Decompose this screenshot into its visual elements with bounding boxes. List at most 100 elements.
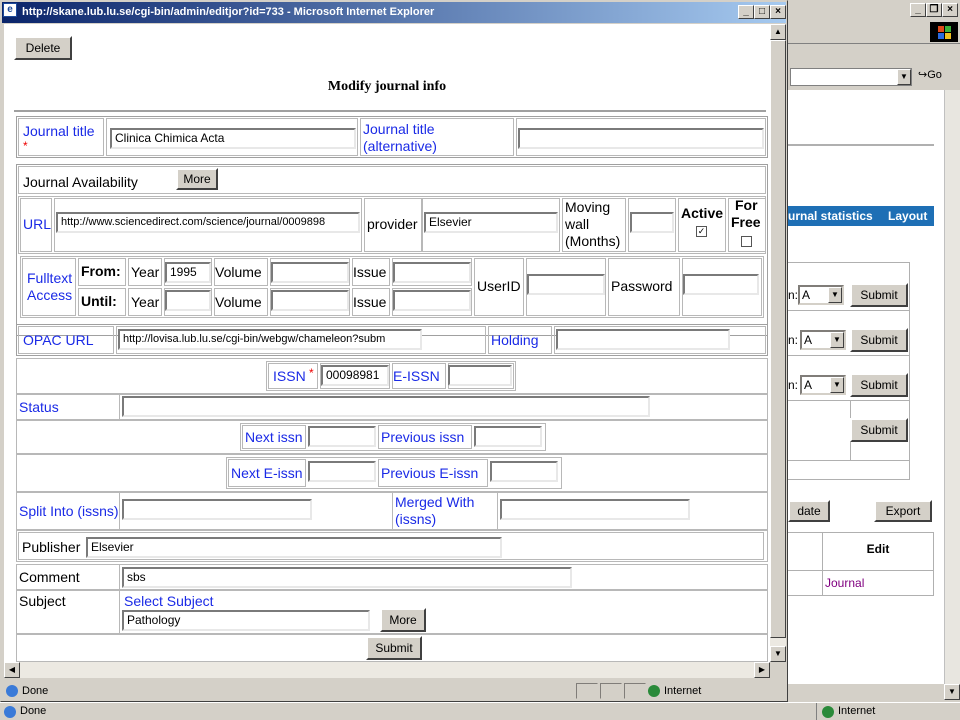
nav-layout[interactable]: Layout	[876, 209, 927, 223]
scroll-thumb[interactable]	[770, 40, 786, 638]
merged-with-input[interactable]	[500, 499, 690, 520]
background-select-label: n:	[788, 288, 799, 302]
opac-url-input[interactable]: http://lovisa.lub.lu.se/cgi-bin/webgw/ch…	[118, 329, 422, 350]
holding-label-cell: Holding	[488, 326, 552, 354]
holding-input[interactable]	[556, 329, 730, 350]
previous-eissn-input[interactable]	[490, 461, 558, 482]
until-label-cell: Until:	[78, 288, 126, 316]
comment-input[interactable]: sbs	[122, 567, 572, 588]
popup-status-text: Done	[22, 685, 49, 697]
submit-button[interactable]: Submit	[366, 636, 422, 660]
moving-wall-label: wall	[565, 216, 590, 232]
background-zone-text: Internet	[838, 705, 876, 717]
go-arrow-icon: ↪	[918, 69, 928, 81]
chevron-down-icon: ▼	[830, 377, 844, 393]
from-issue-input[interactable]	[393, 262, 471, 283]
for-free-checkbox[interactable]	[741, 236, 752, 247]
background-row-divider	[786, 355, 910, 356]
status-input[interactable]	[122, 396, 650, 417]
maximize-icon[interactable]: □	[754, 5, 770, 19]
go-button[interactable]: ↪Go	[918, 68, 942, 81]
for-free-label: For	[735, 197, 758, 213]
journal-title-alt-input[interactable]	[518, 128, 764, 149]
scroll-down-icon[interactable]: ▼	[944, 684, 960, 700]
availability-header-cell: Journal Availability	[18, 166, 766, 194]
popup-titlebar[interactable]: http://skane.lub.lu.se/cgi-bin/admin/edi…	[2, 2, 786, 23]
scroll-left-icon[interactable]: ◀	[4, 662, 20, 678]
select-subject-link[interactable]: Select Subject	[124, 593, 214, 609]
until-label: Until:	[81, 293, 117, 309]
scroll-up-icon[interactable]: ▲	[770, 24, 786, 40]
moving-wall-input[interactable]	[630, 212, 674, 233]
popup-title: http://skane.lub.lu.se/cgi-bin/admin/edi…	[22, 6, 435, 18]
next-issn-input[interactable]	[308, 426, 376, 447]
journal-edit-link[interactable]: Journal	[825, 576, 864, 590]
address-dropdown-icon[interactable]: ▼	[897, 69, 911, 85]
until-year-input[interactable]	[165, 290, 211, 311]
close-icon[interactable]: ×	[770, 5, 786, 19]
subject-label-cell: Subject	[16, 590, 120, 634]
minimize-icon[interactable]: _	[910, 3, 926, 17]
close-icon[interactable]: ×	[942, 3, 958, 17]
userid-input[interactable]	[527, 274, 605, 295]
issn-label-cell: ISSN *	[268, 363, 318, 389]
from-year-input[interactable]: 1995	[165, 262, 211, 283]
scroll-right-icon[interactable]: ▶	[754, 662, 770, 678]
volume-label-cell: Volume	[214, 258, 268, 286]
divider	[14, 110, 766, 112]
background-letter-select[interactable]: A ▼	[798, 285, 844, 305]
export-button[interactable]: Export	[874, 500, 932, 522]
issn-label: ISSN	[273, 368, 306, 384]
background-address-input[interactable]: ▼	[790, 68, 912, 86]
restore-icon[interactable]: ❐	[926, 3, 942, 17]
from-label-cell: From:	[78, 258, 126, 286]
eissn-label: E-ISSN	[393, 368, 440, 384]
until-issue-input[interactable]	[393, 290, 471, 311]
background-submit-button[interactable]: Submit	[850, 418, 908, 442]
issn-input[interactable]: 00098981	[321, 365, 389, 386]
previous-issn-input[interactable]	[474, 426, 542, 447]
background-letter-select[interactable]: A ▼	[800, 375, 846, 395]
journal-title-alt-label: Journal title	[363, 121, 435, 137]
minimize-icon[interactable]: _	[738, 5, 754, 19]
nav-journal-statistics[interactable]: urnal statistics	[786, 209, 873, 223]
publisher-input[interactable]: Elsevier	[86, 537, 502, 558]
background-status-text: Done	[20, 705, 47, 717]
provider-input[interactable]: Elsevier	[424, 212, 558, 233]
password-input[interactable]	[683, 274, 759, 295]
comment-label-cell: Comment	[16, 564, 120, 590]
update-button[interactable]: date	[788, 500, 830, 522]
background-row-divider	[786, 310, 910, 311]
eissn-input[interactable]	[448, 365, 512, 386]
until-volume-input[interactable]	[271, 290, 349, 311]
chevron-down-icon: ▼	[828, 287, 842, 303]
journal-title-input[interactable]: Clinica Chimica Acta	[110, 128, 356, 149]
background-vertical-scrollbar[interactable]	[944, 90, 960, 684]
split-into-input[interactable]	[122, 499, 312, 520]
scrollbar-corner	[770, 662, 786, 678]
issue-label: Issue	[353, 294, 387, 310]
scroll-down-icon[interactable]: ▼	[770, 646, 786, 662]
next-eissn-input[interactable]	[308, 461, 376, 482]
url-label-cell: URL	[20, 198, 52, 252]
background-letter-select[interactable]: A ▼	[800, 330, 846, 350]
journal-title-label: Journal title	[23, 123, 95, 139]
availability-more-button[interactable]: More	[176, 168, 218, 190]
delete-button[interactable]: Delete	[14, 36, 72, 60]
from-volume-input[interactable]	[271, 262, 349, 283]
popup-horizontal-scrollbar[interactable]	[4, 662, 770, 678]
subject-input[interactable]: Pathology	[122, 610, 370, 631]
prev-issn-label-cell: Previous issn	[378, 425, 472, 449]
active-checkbox[interactable]: ✓	[696, 226, 707, 237]
background-submit-button[interactable]: Submit	[850, 283, 908, 307]
merged-label-cell: Merged With (issns)	[392, 492, 498, 530]
background-row-divider	[786, 400, 910, 401]
background-submit-button[interactable]: Submit	[850, 328, 908, 352]
background-submit-button[interactable]: Submit	[850, 373, 908, 397]
subject-more-button[interactable]: More	[380, 608, 426, 632]
status-panel	[576, 683, 598, 699]
url-input[interactable]: http://www.sciencedirect.com/science/jou…	[56, 212, 360, 233]
volume-label: Volume	[215, 264, 262, 280]
globe-icon	[648, 685, 660, 697]
page-title: Modify journal info	[327, 79, 447, 94]
